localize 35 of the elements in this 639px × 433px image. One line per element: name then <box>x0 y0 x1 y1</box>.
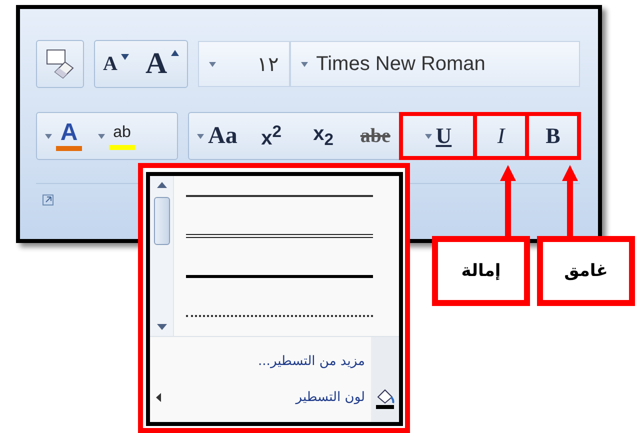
callout-label: غامق <box>537 236 635 306</box>
callout-label: إمالة <box>432 236 530 306</box>
caret-icon <box>98 134 105 138</box>
font-name-field[interactable]: Times New Roman <box>290 41 580 87</box>
arrow-down-icon <box>121 54 130 60</box>
scroll-bar[interactable] <box>150 176 174 336</box>
grow-font-button[interactable]: A <box>137 42 188 86</box>
font-color-button[interactable]: A <box>37 114 90 158</box>
highlight-color-button[interactable]: ab <box>90 114 143 158</box>
subscript-button[interactable]: x$_{2}$ <box>297 114 350 158</box>
caret-icon <box>197 134 204 138</box>
underline-button[interactable]: U <box>401 114 475 158</box>
scroll-thumb[interactable] <box>154 197 170 245</box>
scroll-down-icon[interactable] <box>156 324 166 330</box>
callout-arrow <box>562 165 578 236</box>
superscript-button[interactable]: x$^{2}$ <box>245 114 298 158</box>
callout-arrow <box>500 165 516 236</box>
underline-color-item[interactable]: لون التسطير <box>156 390 365 406</box>
submenu-arrow-icon <box>156 393 161 402</box>
bold-button[interactable]: B <box>527 114 580 158</box>
caret-icon <box>301 62 308 66</box>
eraser-icon <box>45 48 75 80</box>
font-size-field[interactable]: ١٢ <box>198 41 290 87</box>
caret-icon <box>209 62 216 66</box>
change-case-button[interactable]: Aa <box>189 114 246 158</box>
arrow-up-icon <box>171 50 180 56</box>
shrink-font-button[interactable]: A <box>95 42 138 86</box>
paint-bucket-icon <box>375 388 395 410</box>
strikethrough-button[interactable]: abe <box>349 114 402 158</box>
dialog-launcher-icon[interactable] <box>42 194 54 206</box>
italic-button[interactable]: I <box>475 114 528 158</box>
more-underlines-item[interactable]: مزيد من التسطير... <box>156 354 365 369</box>
scroll-up-icon[interactable] <box>156 182 166 188</box>
caret-icon <box>45 134 52 138</box>
caret-icon <box>424 134 432 138</box>
